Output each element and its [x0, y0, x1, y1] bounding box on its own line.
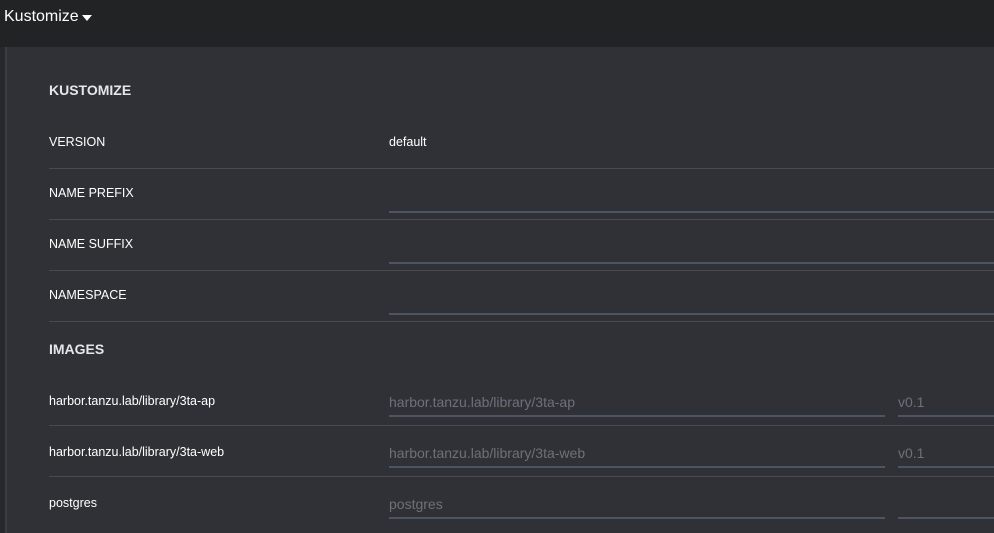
image-name-field: [389, 389, 885, 417]
version-value: default: [389, 135, 427, 149]
image-row-label: harbor.tanzu.lab/library/3ta-ap: [49, 394, 216, 408]
image-tag-field: [898, 491, 994, 519]
image-tag-input[interactable]: [898, 491, 994, 517]
image-name-field: [389, 440, 885, 468]
version-label: VERSION: [49, 135, 106, 149]
name-suffix-label: NAME SUFFIX: [49, 237, 134, 251]
image-tag-input[interactable]: [898, 440, 994, 466]
namespace-input[interactable]: [389, 287, 994, 313]
name-suffix-field: [389, 236, 994, 264]
divider: [49, 476, 994, 477]
kustomize-section-title: KUSTOMIZE: [49, 82, 132, 98]
image-tag-input[interactable]: [898, 389, 994, 415]
image-tag-field: [898, 440, 994, 468]
name-prefix-input[interactable]: [389, 185, 994, 211]
image-name-input[interactable]: [389, 440, 885, 466]
images-section-title: IMAGES: [49, 341, 105, 357]
image-name-input[interactable]: [389, 491, 885, 517]
image-row-label: harbor.tanzu.lab/library/3ta-web: [49, 445, 225, 459]
name-prefix-label: NAME PREFIX: [49, 186, 134, 200]
name-suffix-input[interactable]: [389, 236, 994, 262]
divider: [49, 321, 994, 322]
app-header: Kustomize: [0, 0, 994, 47]
caret-down-icon: [81, 14, 92, 21]
name-prefix-field: [389, 185, 994, 213]
kustomize-dropdown[interactable]: Kustomize: [4, 8, 92, 26]
divider: [49, 270, 994, 271]
divider: [49, 219, 994, 220]
kustomize-panel: KUSTOMIZE VERSION default NAME PREFIX NA…: [5, 47, 994, 533]
image-name-input[interactable]: [389, 389, 885, 415]
image-tag-field: [898, 389, 994, 417]
divider: [49, 425, 994, 426]
header-title: Kustomize: [4, 8, 79, 25]
image-row-label: postgres: [49, 496, 97, 510]
namespace-label: NAMESPACE: [49, 288, 127, 302]
divider: [49, 168, 994, 169]
namespace-field: [389, 287, 994, 315]
image-name-field: [389, 491, 885, 519]
